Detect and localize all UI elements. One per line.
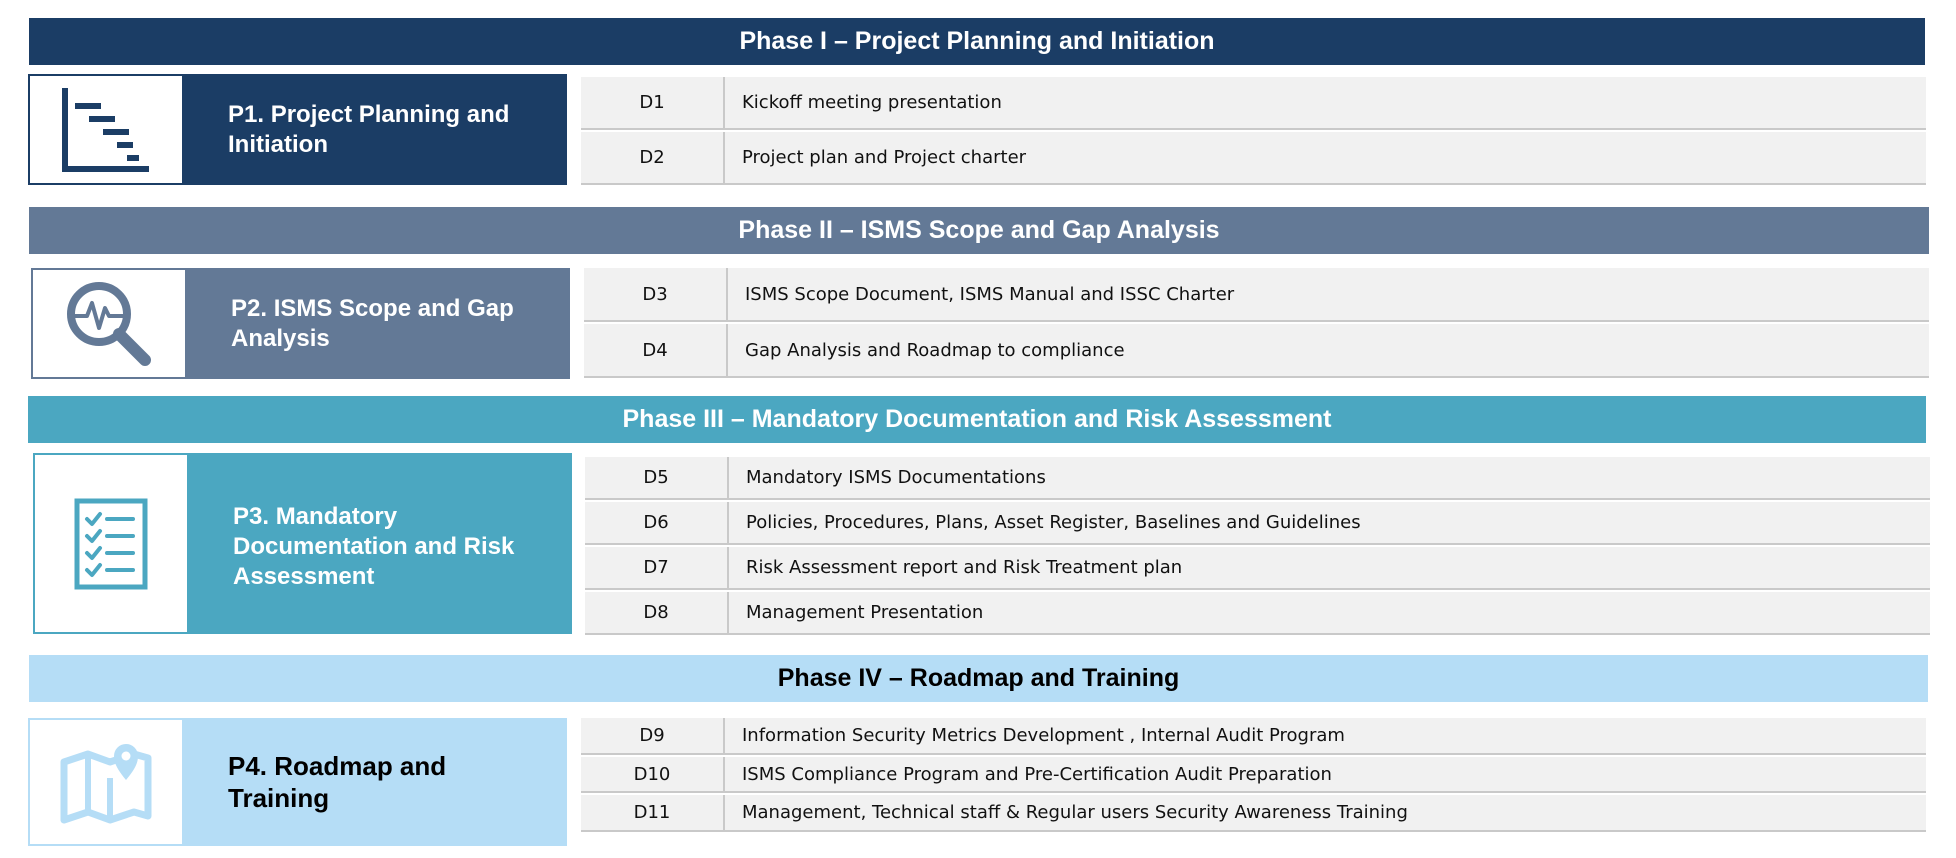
table-row: D4 Gap Analysis and Roadmap to complianc… xyxy=(584,324,1929,378)
phase-4-deliverables: D9 Information Security Metrics Developm… xyxy=(581,718,1926,834)
phase-1-icon-box xyxy=(30,76,182,183)
table-row: D2 Project plan and Project charter xyxy=(581,132,1926,185)
table-row: D10 ISMS Compliance Program and Pre-Cert… xyxy=(581,757,1926,793)
magnifier-pulse-icon xyxy=(67,281,151,366)
table-row: D11 Management, Technical staff & Regula… xyxy=(581,795,1926,832)
deliverable-code: D2 xyxy=(581,132,725,183)
deliverable-text: Project plan and Project charter xyxy=(742,147,1027,168)
phase-2-header: Phase II – ISMS Scope and Gap Analysis xyxy=(29,207,1929,254)
deliverable-text: Management, Technical staff & Regular us… xyxy=(742,802,1408,823)
phase-3-title: Phase III – Mandatory Documentation and … xyxy=(622,405,1332,433)
deliverable-text: ISMS Scope Document, ISMS Manual and ISS… xyxy=(745,283,1235,305)
phase-2-card-title: P2. ISMS Scope and Gap Analysis xyxy=(185,270,568,377)
phase-4-header: Phase IV – Roadmap and Training xyxy=(29,655,1928,702)
phase-4-icon-box xyxy=(30,720,182,844)
phase-4-title: Phase IV – Roadmap and Training xyxy=(777,664,1180,692)
table-row: D7 Risk Assessment report and Risk Treat… xyxy=(585,547,1930,590)
deliverable-code: D5 xyxy=(585,457,729,498)
deliverable-code: D6 xyxy=(585,502,729,543)
deliverable-code: D4 xyxy=(584,324,728,376)
deliverable-text: Gap Analysis and Roadmap to compliance xyxy=(745,339,1125,361)
deliverable-code: D10 xyxy=(581,757,725,791)
phase-3-icon-box xyxy=(35,455,187,632)
phase-2-deliverables: D3 ISMS Scope Document, ISMS Manual and … xyxy=(584,268,1929,380)
phase-1-title: Phase I – Project Planning and Initiatio… xyxy=(739,27,1215,55)
phase-1-card: P1. Project Planning and Initiation xyxy=(28,74,567,185)
phase-4-card-title: P4. Roadmap and Training xyxy=(182,720,565,844)
table-row: D6 Policies, Procedures, Plans, Asset Re… xyxy=(585,502,1930,545)
phase-1-deliverables: D1 Kickoff meeting presentation D2 Proje… xyxy=(581,77,1926,187)
deliverable-code: D7 xyxy=(585,547,729,588)
table-row: D3 ISMS Scope Document, ISMS Manual and … xyxy=(584,268,1929,322)
phase-2-card: P2. ISMS Scope and Gap Analysis xyxy=(31,268,570,379)
deliverable-code: D9 xyxy=(581,718,725,753)
deliverable-code: D11 xyxy=(581,795,725,830)
deliverable-text: Risk Assessment report and Risk Treatmen… xyxy=(746,557,1183,578)
deliverable-text: Kickoff meeting presentation xyxy=(742,92,1002,113)
deliverable-text: Information Security Metrics Development… xyxy=(742,725,1345,746)
phase-2-title: Phase II – ISMS Scope and Gap Analysis xyxy=(738,216,1220,244)
table-row: D1 Kickoff meeting presentation xyxy=(581,77,1926,130)
table-row: D8 Management Presentation xyxy=(585,592,1930,635)
deliverable-code: D8 xyxy=(585,592,729,633)
phase-3-deliverables: D5 Mandatory ISMS Documentations D6 Poli… xyxy=(585,457,1930,637)
map-pin-icon xyxy=(60,744,152,824)
phase-3-header: Phase III – Mandatory Documentation and … xyxy=(28,396,1926,443)
phase-3-card-title: P3. Mandatory Documentation and Risk Ass… xyxy=(187,455,570,632)
deliverable-code: D3 xyxy=(584,268,728,320)
gantt-chart-icon xyxy=(62,87,149,172)
deliverable-text: Policies, Procedures, Plans, Asset Regis… xyxy=(746,512,1361,533)
deliverable-text: ISMS Compliance Program and Pre-Certific… xyxy=(742,763,1332,785)
phase-1-card-title: P1. Project Planning and Initiation xyxy=(182,76,565,183)
phase-1-header: Phase I – Project Planning and Initiatio… xyxy=(29,18,1925,65)
checklist-icon xyxy=(74,498,148,589)
deliverable-text: Mandatory ISMS Documentations xyxy=(746,467,1046,488)
deliverable-text: Management Presentation xyxy=(746,602,984,623)
phase-3-card: P3. Mandatory Documentation and Risk Ass… xyxy=(33,453,572,634)
phase-4-card: P4. Roadmap and Training xyxy=(28,718,567,846)
table-row: D9 Information Security Metrics Developm… xyxy=(581,718,1926,755)
table-row: D5 Mandatory ISMS Documentations xyxy=(585,457,1930,500)
phase-2-icon-box xyxy=(33,270,185,377)
deliverable-code: D1 xyxy=(581,77,725,128)
